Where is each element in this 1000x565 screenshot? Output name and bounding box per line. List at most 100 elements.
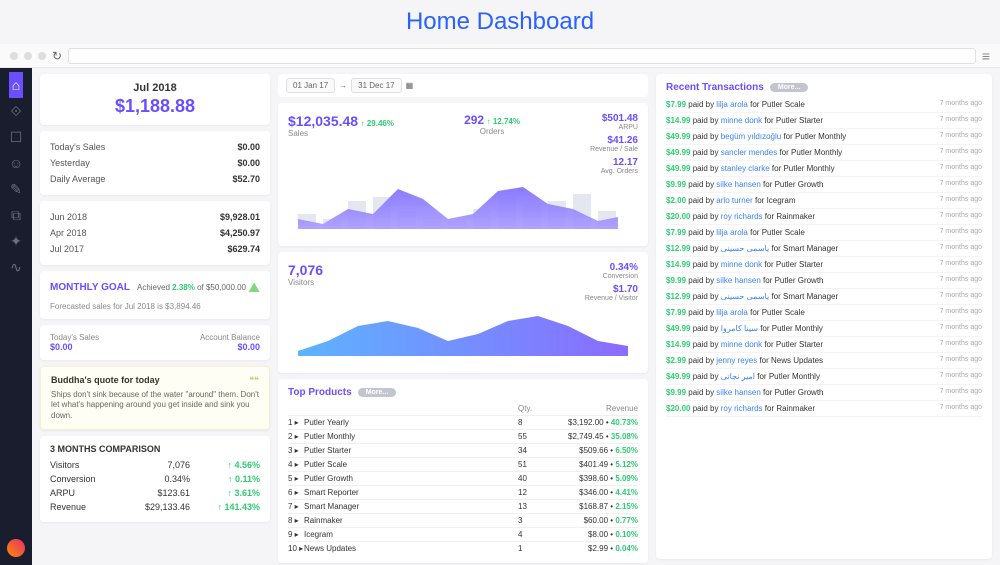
paid-by-label: paid by — [693, 404, 719, 413]
transaction-row[interactable]: $49.99 paid by sancler mendes for Putler… — [666, 145, 982, 161]
yesterday-value: $0.00 — [237, 158, 260, 168]
balance-card: Today's SalesAccount Balance $0.00$0.00 — [40, 325, 270, 360]
trans-product: Putler Starter — [776, 340, 823, 349]
sidebar-item-orders-icon[interactable]: ✎ — [9, 176, 23, 202]
trans-amount: $9.99 — [666, 180, 686, 189]
product-row[interactable]: 2 ▸Putler Monthly55$2,749.45 • 35.08% — [288, 429, 638, 443]
rev-visitor-label: Revenue / Visitor — [585, 295, 638, 302]
product-row[interactable]: 1 ▸Putler Yearly8$3,192.00 • 40.73% — [288, 415, 638, 429]
avatar[interactable] — [7, 539, 25, 557]
transaction-row[interactable]: $14.99 paid by minne donk for Putler Sta… — [666, 257, 982, 273]
daily-avg-value: $52.70 — [232, 174, 260, 184]
history-value: $9,928.01 — [220, 212, 260, 222]
trans-product: Putler Monthly — [772, 324, 823, 333]
for-label: for — [764, 260, 773, 269]
calendar-icon[interactable]: ▦ — [406, 81, 414, 90]
trans-time: 7 months ago — [940, 324, 982, 333]
revenue-header: Revenue — [558, 404, 638, 413]
history-label: Jul 2017 — [50, 244, 84, 254]
trans-product: Rainmaker — [776, 212, 815, 221]
product-row[interactable]: 5 ▸Putler Growth40$398.60 • 5.09% — [288, 471, 638, 485]
product-row[interactable]: 9 ▸Icegram4$8.00 • 0.10% — [288, 527, 638, 541]
transaction-row[interactable]: $7.99 paid by lilja arola for Putler Sca… — [666, 225, 982, 241]
conversion-label: Conversion — [585, 273, 638, 280]
transaction-row[interactable]: $2.99 paid by jenny reyes for News Updat… — [666, 353, 982, 369]
window-dot-3 — [38, 52, 46, 60]
transaction-row[interactable]: $12.99 paid by یاسمی حسینی for Smart Man… — [666, 289, 982, 305]
transaction-row[interactable]: $49.99 paid by امیر نجاتی for Putler Mon… — [666, 369, 982, 385]
product-revenue: $2,749.45 — [568, 432, 604, 441]
sidebar-item-products-icon[interactable]: ☐ — [9, 124, 23, 150]
yesterday-label: Yesterday — [50, 158, 90, 168]
product-pct: 0.10% — [615, 530, 638, 539]
product-row[interactable]: 7 ▸Smart Manager13$168.87 • 2.15% — [288, 499, 638, 513]
date-to[interactable]: 31 Dec 17 — [351, 78, 401, 93]
date-from[interactable]: 01 Jan 17 — [286, 78, 335, 93]
trans-product: Putler Growth — [775, 276, 824, 285]
product-row[interactable]: 8 ▸Rainmaker3$60.00 • 0.77% — [288, 513, 638, 527]
transaction-row[interactable]: $49.99 paid by سینا کامروا for Putler Mo… — [666, 321, 982, 337]
date-range-picker[interactable]: 01 Jan 17 → 31 Dec 17 ▦ — [278, 74, 648, 97]
transaction-row[interactable]: $2.00 paid by arlo turner for Icegram7 m… — [666, 193, 982, 209]
trans-time: 7 months ago — [940, 404, 982, 413]
paid-by-label: paid by — [693, 148, 719, 157]
product-row[interactable]: 3 ▸Putler Starter34$509.66 • 6.50% — [288, 443, 638, 457]
comparison-card: 3 MONTHS COMPARISON Visitors7,076↑ 4.56%… — [40, 436, 270, 522]
trans-user: minne donk — [721, 116, 762, 125]
menu-icon[interactable]: ≡ — [982, 48, 990, 64]
reload-icon[interactable]: ↻ — [52, 49, 62, 63]
sidebar-item-analytics-icon[interactable]: ∿ — [9, 254, 23, 280]
orders-value: 292 — [464, 113, 484, 127]
address-bar[interactable] — [68, 48, 976, 64]
trans-amount: $49.99 — [666, 372, 690, 381]
transaction-row[interactable]: $7.99 paid by lilja arola for Putler Sca… — [666, 97, 982, 113]
account-balance-label: Account Balance — [200, 333, 260, 342]
transaction-row[interactable]: $7.99 paid by lilja arola for Putler Sca… — [666, 305, 982, 321]
top-products-more[interactable]: More... — [358, 388, 397, 397]
sidebar-item-sales-icon[interactable]: ⟐ — [9, 98, 23, 124]
product-qty: 4 — [518, 530, 558, 539]
today-sales-value: $0.00 — [237, 142, 260, 152]
arpu-value: $501.48 — [590, 113, 638, 124]
orders-delta: ↑ 12.74% — [487, 117, 520, 126]
quote-text: Ships don't sink because of the water "a… — [51, 390, 259, 421]
transaction-row[interactable]: $14.99 paid by minne donk for Putler Sta… — [666, 337, 982, 353]
product-revenue: $509.66 — [579, 446, 608, 455]
transaction-row[interactable]: $20.00 paid by roy richards for Rainmake… — [666, 209, 982, 225]
window-dot-2 — [24, 52, 32, 60]
trans-user: lilja arola — [716, 100, 748, 109]
goal-of: of — [197, 283, 204, 292]
transaction-row[interactable]: $9.99 paid by silke hansen for Putler Gr… — [666, 385, 982, 401]
transactions-title: Recent Transactions — [666, 82, 764, 93]
transaction-row[interactable]: $20.00 paid by roy richards for Rainmake… — [666, 401, 982, 417]
transaction-row[interactable]: $9.99 paid by silke hansen for Putler Gr… — [666, 273, 982, 289]
trans-product: Putler Starter — [776, 116, 823, 125]
transaction-row[interactable]: $12.99 paid by یاسمی حسینی for Smart Man… — [666, 241, 982, 257]
transaction-row[interactable]: $49.99 paid by stanley clarke for Putler… — [666, 161, 982, 177]
transaction-row[interactable]: $49.99 paid by begüm yıldızoğlu for Putl… — [666, 129, 982, 145]
trans-time: 7 months ago — [940, 100, 982, 109]
today-sales-label-2: Today's Sales — [50, 333, 99, 342]
paid-by-label: paid by — [688, 196, 714, 205]
product-row[interactable]: 4 ▸Putler Scale51$401.49 • 5.12% — [288, 457, 638, 471]
for-label: for — [764, 340, 773, 349]
for-label: for — [763, 276, 772, 285]
product-name: Putler Monthly — [304, 432, 518, 441]
transactions-more[interactable]: More... — [770, 83, 809, 92]
product-qty: 55 — [518, 432, 558, 441]
product-pct: 5.09% — [615, 474, 638, 483]
sidebar-item-forecast-icon[interactable]: ✦ — [9, 228, 23, 254]
product-name: Putler Starter — [304, 446, 518, 455]
sidebar-item-customers-icon[interactable]: ☺ — [9, 150, 23, 176]
sidebar-item-home-icon[interactable]: ⌂ — [9, 72, 23, 98]
trans-user: arlo turner — [716, 196, 752, 205]
transaction-row[interactable]: $14.99 paid by minne donk for Putler Sta… — [666, 113, 982, 129]
trans-user: lilja arola — [716, 308, 748, 317]
product-row[interactable]: 6 ▸Smart Reporter12$346.00 • 4.41% — [288, 485, 638, 499]
trans-amount: $9.99 — [666, 388, 686, 397]
sidebar-item-reports-icon[interactable]: ⧉ — [9, 202, 23, 228]
product-row[interactable]: 10 ▸News Updates1$2.99 • 0.04% — [288, 541, 638, 555]
transaction-row[interactable]: $9.99 paid by silke hansen for Putler Gr… — [666, 177, 982, 193]
for-label: for — [783, 132, 792, 141]
sales-delta: ↑ 29.46% — [361, 119, 394, 128]
